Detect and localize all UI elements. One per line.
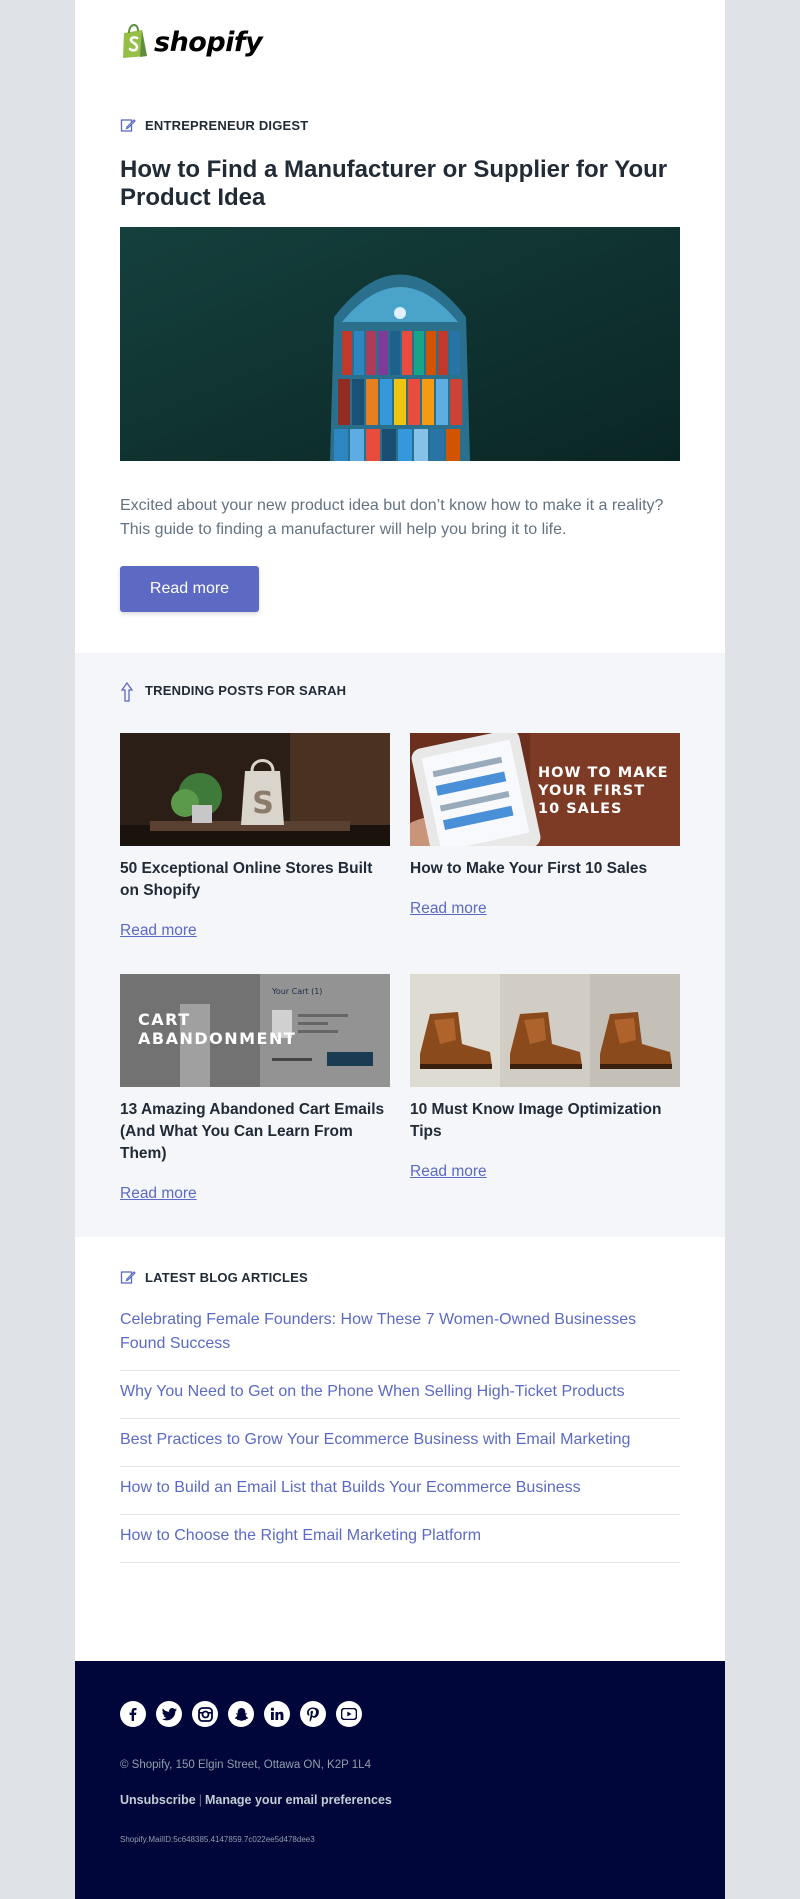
overlay-line: YOUR FIRST xyxy=(537,783,645,799)
overlay-line: HOW TO MAKE xyxy=(538,765,669,781)
read-more-link[interactable]: Read more xyxy=(120,922,197,940)
svg-text:S: S xyxy=(252,786,274,821)
trending-card-title[interactable]: 10 Must Know Image Optimization Tips xyxy=(410,1099,680,1143)
trending-arrow-icon xyxy=(120,682,136,702)
shopify-bag-plant-image[interactable]: S xyxy=(120,733,390,846)
twitter-icon[interactable] xyxy=(156,1701,182,1727)
section-label-text: TRENDING POSTS FOR SARAH xyxy=(145,682,347,698)
latest-articles-label: LATEST BLOG ARTICLES xyxy=(120,1269,308,1285)
overlay-line: ABANDONMENT xyxy=(138,1029,296,1048)
facebook-icon[interactable] xyxy=(120,1701,146,1727)
manage-preferences-link[interactable]: Manage your email preferences xyxy=(205,1793,392,1807)
cart-screen-heading: Your Cart (1) xyxy=(271,987,322,996)
article-link[interactable]: Celebrating Female Founders: How These 7… xyxy=(120,1300,680,1371)
phone-in-hand-image[interactable]: HOW TO MAKE YOUR FIRST 10 SALES xyxy=(410,733,680,846)
leather-boots-image[interactable] xyxy=(410,974,680,1087)
trending-label: TRENDING POSTS FOR SARAH xyxy=(120,682,347,702)
section-label-text: ENTREPRENEUR DIGEST xyxy=(145,117,309,133)
trending-card-title[interactable]: 50 Exceptional Online Stores Built on Sh… xyxy=(120,858,390,902)
cart-screen-image[interactable]: Your Cart (1) CART ABANDONMENT xyxy=(120,974,390,1087)
cargo-ship-aerial-image[interactable] xyxy=(120,227,680,461)
trending-card-title[interactable]: How to Make Your First 10 Sales xyxy=(410,858,680,880)
footer: © Shopify, 150 Elgin Street, Ottawa ON, … xyxy=(75,1661,725,1899)
edit-note-icon xyxy=(120,117,136,133)
trending-card: HOW TO MAKE YOUR FIRST 10 SALES How to M… xyxy=(410,733,680,918)
instagram-icon[interactable] xyxy=(192,1701,218,1727)
article-link[interactable]: Why You Need to Get on the Phone When Se… xyxy=(120,1371,680,1419)
hero-title[interactable]: How to Find a Manufacturer or Supplier f… xyxy=(120,156,680,212)
youtube-icon[interactable] xyxy=(336,1701,362,1727)
email-container: shopify ENTREPRENEUR DIGEST How to Find … xyxy=(75,0,725,1899)
trending-card-title[interactable]: 13 Amazing Abandoned Cart Emails (And Wh… xyxy=(120,1099,390,1165)
snapchat-icon[interactable] xyxy=(228,1701,254,1727)
unsubscribe-link[interactable]: Unsubscribe xyxy=(120,1793,196,1807)
footer-links: Unsubscribe | Manage your email preference… xyxy=(120,1793,392,1807)
shopify-bag-icon xyxy=(120,24,150,60)
read-more-link[interactable]: Read more xyxy=(410,900,487,918)
article-link[interactable]: Best Practices to Grow Your Ecommerce Bu… xyxy=(120,1419,680,1467)
mail-id: Shopify.MailID:5c648385.4147859.7c022ee5… xyxy=(120,1835,315,1844)
trending-card: 10 Must Know Image Optimization Tips Rea… xyxy=(410,974,680,1181)
trending-section: TRENDING POSTS FOR SARAH S 50 Exceptiona… xyxy=(75,653,725,1237)
hero-description: Excited about your new product idea but … xyxy=(120,497,664,538)
read-more-link[interactable]: Read more xyxy=(120,1185,197,1203)
trending-card: Your Cart (1) CART ABANDONMENT 13 Amazin… xyxy=(120,974,390,1203)
shopify-logo[interactable]: shopify xyxy=(120,24,263,60)
article-link[interactable]: How to Choose the Right Email Marketing … xyxy=(120,1515,680,1563)
read-more-link[interactable]: Read more xyxy=(410,1163,487,1181)
shopify-wordmark: shopify xyxy=(154,26,263,58)
social-links xyxy=(120,1701,362,1727)
company-address: © Shopify, 150 Elgin Street, Ottawa ON, … xyxy=(120,1759,371,1771)
linkedin-icon[interactable] xyxy=(264,1701,290,1727)
edit-note-icon xyxy=(120,1269,136,1285)
overlay-line: 10 SALES xyxy=(538,801,622,817)
section-label-text: LATEST BLOG ARTICLES xyxy=(145,1269,308,1285)
pinterest-icon[interactable] xyxy=(300,1701,326,1727)
article-link[interactable]: How to Build an Email List that Builds Y… xyxy=(120,1467,680,1515)
link-separator: | xyxy=(198,1793,202,1807)
entrepreneur-digest-label: ENTREPRENEUR DIGEST xyxy=(120,117,308,133)
latest-articles-list: Celebrating Female Founders: How These 7… xyxy=(120,1300,680,1563)
trending-card: S 50 Exceptional Online Stores Built on … xyxy=(120,733,390,940)
overlay-line: CART xyxy=(138,1010,191,1029)
read-more-button[interactable]: Read more xyxy=(120,566,259,612)
